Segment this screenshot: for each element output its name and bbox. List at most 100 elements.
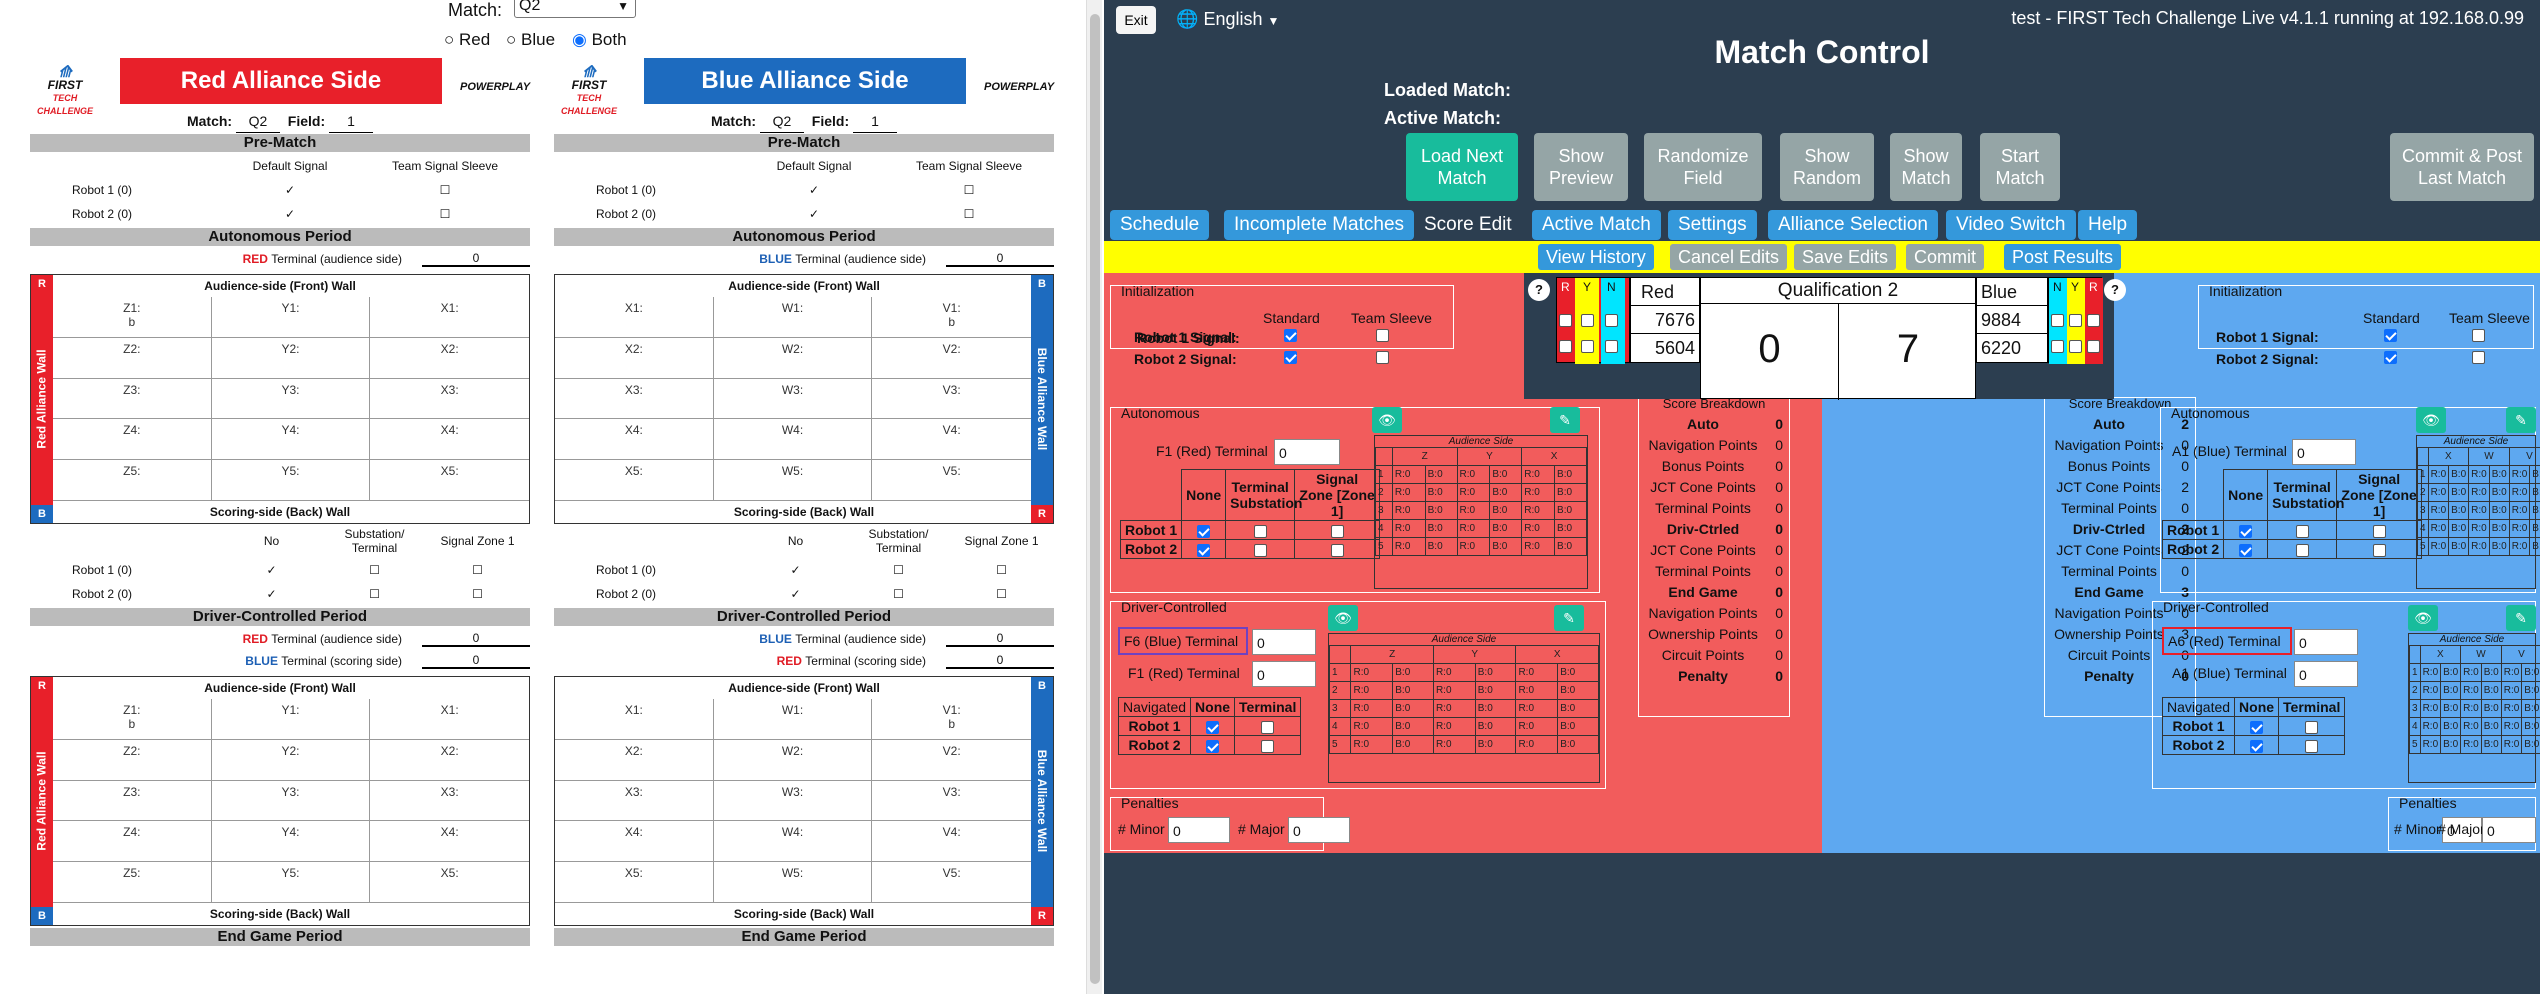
blue-drv-r2-term[interactable] <box>2305 739 2319 753</box>
chevron-down-icon: ▼ <box>617 0 629 13</box>
blue-auto-r2-term[interactable] <box>2295 543 2309 557</box>
radio-both[interactable]: ◉ Both <box>572 30 627 50</box>
a6-red-terminal-input[interactable]: 0 <box>2294 629 2358 655</box>
post-results-button[interactable]: Post Results <box>2004 244 2122 270</box>
red-r2-standard-checkbox[interactable] <box>1284 351 1297 364</box>
load-next-match-button[interactable]: Load Next Match <box>1406 133 1518 201</box>
eye-icon[interactable]: 👁 <box>1328 605 1358 631</box>
red-drv-r2-none[interactable] <box>1206 739 1220 753</box>
eye-icon[interactable]: 👁 <box>2408 605 2438 631</box>
red-auto-r2-zone[interactable] <box>1330 543 1344 557</box>
red-r2-sleeve-checkbox[interactable] <box>1376 351 1389 364</box>
blue-auto-r1-term[interactable] <box>2295 524 2309 538</box>
edit-icon[interactable]: ✎ <box>2506 407 2536 433</box>
qualification-scoreboard: ? R Y N Red 7676 5604 Qualification 2 0 … <box>1524 273 2114 400</box>
flag-checkbox[interactable] <box>1559 340 1572 353</box>
radio-red[interactable]: ○ Red <box>444 30 490 50</box>
left-scrollbar[interactable] <box>1086 0 1102 994</box>
tab-active-match[interactable]: Active Match <box>1532 210 1661 240</box>
flag-checkbox[interactable] <box>1605 314 1618 327</box>
tab-incomplete[interactable]: Incomplete Matches <box>1224 210 1415 240</box>
tab-settings[interactable]: Settings <box>1668 210 1757 240</box>
red-auto-r2-none[interactable] <box>1197 543 1211 557</box>
grid-cell: Z1: b <box>53 297 212 338</box>
tab-video-switch[interactable]: Video Switch <box>1946 210 2076 240</box>
commit-button[interactable]: Commit <box>1906 244 1984 270</box>
blue-drv-r2-none[interactable] <box>2250 739 2264 753</box>
cancel-edits-button[interactable]: Cancel Edits <box>1670 244 1788 270</box>
f6-blue-terminal-input[interactable]: 0 <box>1252 629 1316 655</box>
start-match-button[interactable]: Start Match <box>1980 133 2060 201</box>
blue-r1-standard-checkbox[interactable] <box>2384 329 2397 342</box>
eye-icon[interactable]: 👁 <box>1372 407 1402 433</box>
blue-auto-r1-none[interactable] <box>2239 524 2253 538</box>
red-r1-standard-checkbox[interactable] <box>1284 329 1297 342</box>
red-major-input[interactable]: 0 <box>1288 817 1350 843</box>
flag-checkbox[interactable] <box>2069 340 2082 353</box>
tab-help[interactable]: Help <box>2078 210 2138 240</box>
breakdown-row: Bonus Points 0 <box>1661 458 1783 474</box>
blue-field-diagram-2: Audience-side (Front) Wall Blue Alliance… <box>554 676 1054 926</box>
f1-red-terminal-input[interactable]: 0 <box>1274 439 1340 465</box>
globe-icon: 🌐 <box>1176 9 1199 29</box>
grid-cell: V1: b <box>872 699 1031 740</box>
flag-checkbox[interactable] <box>1559 314 1572 327</box>
edit-icon[interactable]: ✎ <box>1550 407 1580 433</box>
red-auto-r2-term[interactable] <box>1253 543 1267 557</box>
language-dropdown[interactable]: 🌐 English ▼ <box>1176 9 1279 30</box>
exit-button[interactable]: Exit <box>1116 6 1156 34</box>
blue-r2-sleeve-checkbox[interactable] <box>2472 351 2485 364</box>
blue-drv-r1-term[interactable] <box>2305 720 2319 734</box>
flag-checkbox[interactable] <box>2051 340 2064 353</box>
blue-drv-r1-none[interactable] <box>2250 720 2264 734</box>
red-drv-r1-none[interactable] <box>1206 720 1220 734</box>
red-auto-mini-field: Audience Side Z Y X 1 R:0 B:0 R:0 B:0 R:0 B:0 2 R:0… <box>1374 435 1588 589</box>
f1-red-terminal-driver-input[interactable]: 0 <box>1252 661 1316 687</box>
red-score: 0 <box>1701 304 1839 400</box>
flag-checkbox[interactable] <box>2051 314 2064 327</box>
blue-sheet: ⟰ FIRST TECH CHALLENGE Blue Alliance Side P… <box>554 58 1054 948</box>
red-minor-input[interactable]: 0 <box>1168 817 1230 843</box>
flag-checkbox[interactable] <box>1581 340 1594 353</box>
flag-checkbox[interactable] <box>2087 340 2100 353</box>
a1-blue-terminal-input[interactable]: 0 <box>2292 439 2356 465</box>
a1-blue-terminal-driver-input[interactable]: 0 <box>2294 661 2358 687</box>
randomize-field-button[interactable]: Randomize Field <box>1644 133 1762 201</box>
red-auto-r1-none[interactable] <box>1197 524 1211 538</box>
radio-blue[interactable]: ○ Blue <box>506 30 555 50</box>
flag-checkbox[interactable] <box>2087 314 2100 327</box>
match-label: Match: <box>448 0 503 20</box>
red-auto-r1-zone[interactable] <box>1330 524 1344 538</box>
show-random-button[interactable]: Show Random <box>1780 133 1874 201</box>
blue-auto-r2-none[interactable] <box>2239 543 2253 557</box>
flag-checkbox[interactable] <box>2069 314 2082 327</box>
red-drv-r2-term[interactable] <box>1261 739 1275 753</box>
blue-field-diagram: Audience-side (Front) Wall Blue Alliance… <box>554 274 1054 524</box>
grid-cell: W2: <box>713 337 873 379</box>
eye-icon[interactable]: 👁 <box>2416 407 2446 433</box>
red-auto-r1-term[interactable] <box>1253 524 1267 538</box>
show-match-button[interactable]: Show Match <box>1890 133 1962 201</box>
red-drv-r1-term[interactable] <box>1261 720 1275 734</box>
help-icon[interactable]: ? <box>1528 279 1550 301</box>
save-edits-button[interactable]: Save Edits <box>1794 244 1897 270</box>
tab-bar: Schedule Incomplete Matches Score Edit A… <box>1104 210 2540 242</box>
view-history-button[interactable]: View History <box>1538 244 1654 270</box>
commit-post-button[interactable]: Commit & Post Last Match <box>2390 133 2534 201</box>
match-select[interactable]: Q2 ▼ <box>514 0 636 18</box>
blue-auto-r1-zone[interactable] <box>2372 524 2386 538</box>
blue-r1-sleeve-checkbox[interactable] <box>2472 329 2485 342</box>
blue-major-input[interactable]: 0 <box>2482 817 2536 843</box>
show-preview-button[interactable]: Show Preview <box>1534 133 1628 201</box>
tab-score-edit[interactable]: Score Edit <box>1414 210 1522 240</box>
edit-icon[interactable]: ✎ <box>1554 605 1584 631</box>
tab-alliance-selection[interactable]: Alliance Selection <box>1768 210 1938 240</box>
tab-schedule[interactable]: Schedule <box>1110 210 1210 240</box>
blue-r2-standard-checkbox[interactable] <box>2384 351 2397 364</box>
edit-icon[interactable]: ✎ <box>2506 605 2536 631</box>
flag-checkbox[interactable] <box>1605 340 1618 353</box>
blue-auto-r2-zone[interactable] <box>2372 543 2386 557</box>
help-icon[interactable]: ? <box>2104 279 2126 301</box>
red-r1-sleeve-checkbox[interactable] <box>1376 329 1389 342</box>
flag-checkbox[interactable] <box>1581 314 1594 327</box>
